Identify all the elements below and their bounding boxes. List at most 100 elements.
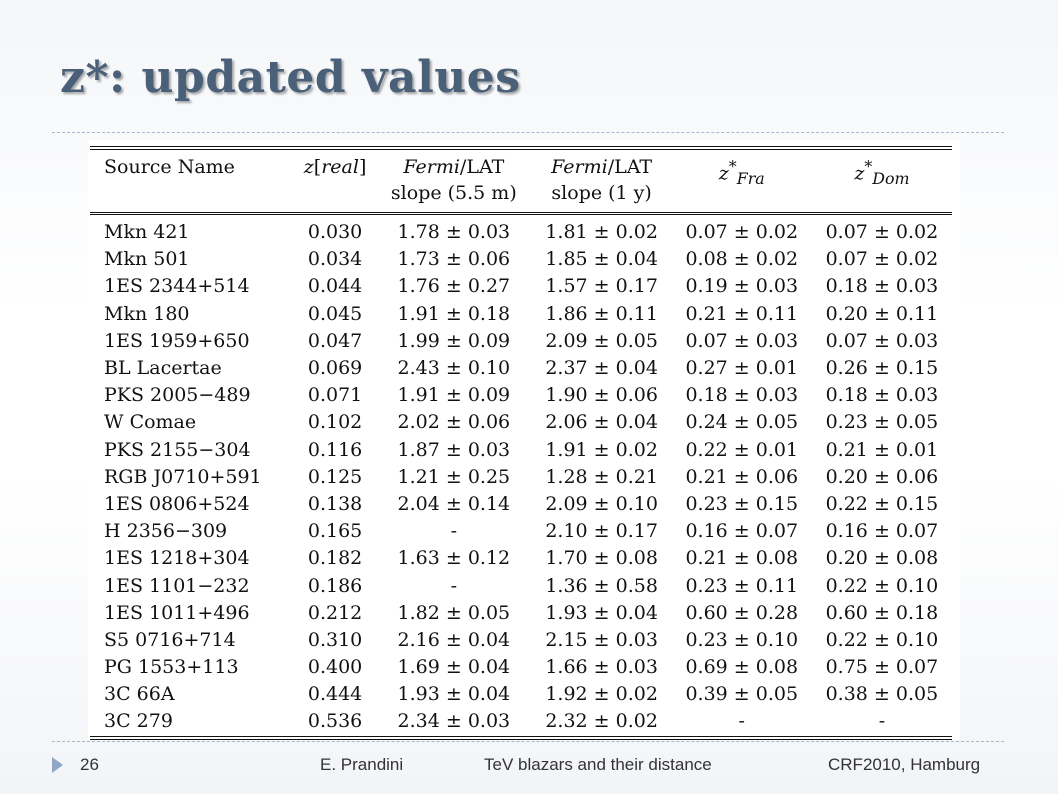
cell-source-name: 3C 279 <box>90 708 295 740</box>
page-number: 26 <box>80 755 99 774</box>
cell-source-name: H 2356−309 <box>104 520 228 543</box>
bottom-divider <box>52 741 1004 742</box>
cell-fermi-5-5m: 1.91 ± 0.09 <box>397 384 511 407</box>
redshift-table: Source Name z[real] Fermi/LAT slope (5.5 … <box>90 146 952 740</box>
table-row: S5 0716+714 0.310 2.16 ± 0.04 2.15 ± 0.03 0.… <box>90 627 952 654</box>
cell-z-fra: 0.16 ± 0.07 <box>685 520 799 543</box>
cell-z-real: 0.165 <box>307 520 363 543</box>
table-body: Mkn 421 0.030 1.78 ± 0.03 1.81 ± 0.02 0.07 ±… <box>90 214 952 740</box>
table-row: Mkn 501 0.034 1.73 ± 0.06 1.85 ± 0.04 0.08 ±… <box>90 246 952 273</box>
table-row: W Comae 0.102 2.02 ± 0.06 2.06 ± 0.04 0.24 ±… <box>90 409 952 436</box>
cell-fermi-1y: 2.32 ± 0.02 <box>531 708 672 740</box>
cell-fermi-5-5m: 1.21 ± 0.25 <box>397 465 511 488</box>
cell-fermi-1y: 1.93 ± 0.04 <box>545 601 658 624</box>
cell-z-dom: 0.07 ± 0.02 <box>825 221 939 244</box>
cell-z-real: 0.212 <box>307 601 363 624</box>
cell-z-fra: 0.23 ± 0.11 <box>685 574 799 597</box>
cell-source-name: RGB J0710+591 <box>104 465 262 488</box>
cell-z-fra: 0.21 ± 0.08 <box>685 547 799 570</box>
cell-z-dom: 0.20 ± 0.11 <box>825 302 939 325</box>
header-fermi-5-5m: Fermi/LAT slope (5.5 m) <box>376 146 532 215</box>
cell-source-name: Mkn 501 <box>104 248 190 271</box>
cell-fermi-5-5m: 1.69 ± 0.04 <box>397 656 511 679</box>
cell-z-real: 0.044 <box>307 275 363 298</box>
cell-z-dom: 0.26 ± 0.15 <box>825 357 939 380</box>
cell-fermi-1y: 1.90 ± 0.06 <box>545 384 658 407</box>
header-z-fra: z*Fra <box>671 146 812 215</box>
cell-fermi-5-5m: 1.76 ± 0.27 <box>397 275 511 298</box>
cell-z-dom: 0.23 ± 0.05 <box>825 411 939 434</box>
cell-z-real: 0.186 <box>307 574 363 597</box>
top-divider <box>52 132 1004 133</box>
cell-fermi-5-5m: 1.87 ± 0.03 <box>397 438 511 461</box>
cell-source-name: S5 0716+714 <box>104 628 236 651</box>
cell-z-real: 0.047 <box>307 329 363 352</box>
cell-source-name: 1ES 0806+524 <box>104 492 250 515</box>
table-row: PKS 2005−489 0.071 1.91 ± 0.09 1.90 ± 0.06 0… <box>90 382 952 409</box>
cell-z-fra: 0.22 ± 0.01 <box>685 438 799 461</box>
cell-z-dom: - <box>811 708 952 740</box>
cell-source-name: W Comae <box>104 411 197 434</box>
table-row: Mkn 421 0.030 1.78 ± 0.03 1.81 ± 0.02 0.07 ±… <box>90 214 952 247</box>
cell-fermi-5-5m: 1.91 ± 0.18 <box>397 302 511 325</box>
cell-fermi-5-5m: 2.34 ± 0.03 <box>376 708 532 740</box>
cell-source-name: BL Lacertae <box>104 357 222 380</box>
cell-z-fra: - <box>671 708 812 740</box>
cell-fermi-5-5m: 2.02 ± 0.06 <box>397 411 511 434</box>
cell-fermi-5-5m: - <box>450 520 458 543</box>
table-row: 3C 279 0.536 2.34 ± 0.03 2.32 ± 0.02- - <box>90 708 952 740</box>
footer-arrow-icon <box>52 757 63 773</box>
cell-fermi-5-5m: 1.99 ± 0.09 <box>397 329 511 352</box>
table-row: 1ES 1101−232 0.186 - 1.36 ± 0.58 0.23 ± 0.11… <box>90 572 952 599</box>
cell-fermi-1y: 1.81 ± 0.02 <box>545 221 658 244</box>
cell-fermi-5-5m: 1.93 ± 0.04 <box>397 683 511 706</box>
cell-fermi-1y: 1.66 ± 0.03 <box>545 656 658 679</box>
cell-z-dom: 0.60 ± 0.18 <box>825 601 939 624</box>
cell-z-real: 0.125 <box>307 465 363 488</box>
cell-z-dom: 0.75 ± 0.07 <box>825 656 939 679</box>
cell-z-real: 0.030 <box>307 221 363 244</box>
cell-z-real: 0.444 <box>307 683 363 706</box>
cell-source-name: 1ES 1101−232 <box>104 574 250 597</box>
cell-z-fra: 0.27 ± 0.01 <box>685 357 799 380</box>
cell-fermi-1y: 2.15 ± 0.03 <box>545 628 658 651</box>
cell-z-real: 0.102 <box>307 411 363 434</box>
cell-z-fra: 0.18 ± 0.03 <box>685 384 799 407</box>
cell-fermi-5-5m: 2.43 ± 0.10 <box>397 357 511 380</box>
cell-z-real: 0.310 <box>307 628 363 651</box>
cell-z-real: 0.071 <box>307 384 363 407</box>
header-z-dom: z*Dom <box>811 146 952 215</box>
cell-fermi-1y: 2.10 ± 0.17 <box>545 520 658 543</box>
cell-z-fra: 0.21 ± 0.06 <box>685 465 799 488</box>
cell-z-real: 0.400 <box>307 656 363 679</box>
table-row: Mkn 180 0.045 1.91 ± 0.18 1.86 ± 0.11 0.21 ±… <box>90 301 952 328</box>
cell-source-name: 1ES 1011+496 <box>104 601 250 624</box>
cell-fermi-5-5m: - <box>450 574 458 597</box>
footer-event: CRF2010, Hamburg <box>828 755 981 774</box>
cell-z-real: 0.069 <box>307 357 363 380</box>
cell-z-real: 0.116 <box>307 438 363 461</box>
table-row: 1ES 0806+524 0.138 2.04 ± 0.14 2.09 ± 0.10 0… <box>90 491 952 518</box>
cell-source-name: Mkn 180 <box>104 302 190 325</box>
cell-z-dom: 0.22 ± 0.10 <box>825 574 939 597</box>
cell-z-real: 0.182 <box>307 547 363 570</box>
table-row: 3C 66A 0.444 1.93 ± 0.04 1.92 ± 0.02 0.39 ± … <box>90 681 952 708</box>
cell-fermi-1y: 2.06 ± 0.04 <box>545 411 658 434</box>
cell-z-fra: 0.21 ± 0.11 <box>685 302 799 325</box>
table-row: 1ES 1218+304 0.182 1.63 ± 0.12 1.70 ± 0.08 0… <box>90 545 952 572</box>
cell-z-dom: 0.22 ± 0.15 <box>825 492 939 515</box>
cell-source-name: 1ES 2344+514 <box>104 275 250 298</box>
cell-source-name: 1ES 1218+304 <box>104 547 250 570</box>
cell-fermi-1y: 2.09 ± 0.10 <box>545 492 658 515</box>
table-row: PKS 2155−304 0.116 1.87 ± 0.03 1.91 ± 0.02 0… <box>90 437 952 464</box>
footer-talk-title: TeV blazars and their distance <box>484 755 712 774</box>
cell-fermi-1y: 1.86 ± 0.11 <box>545 302 658 325</box>
cell-z-dom: 0.38 ± 0.05 <box>825 683 939 706</box>
cell-z-fra: 0.19 ± 0.03 <box>685 275 799 298</box>
cell-z-dom: 0.18 ± 0.03 <box>825 384 939 407</box>
cell-fermi-5-5m: 2.16 ± 0.04 <box>397 628 511 651</box>
table-row: PG 1553+113 0.400 1.69 ± 0.04 1.66 ± 0.03 0.… <box>90 654 952 681</box>
cell-z-dom: 0.16 ± 0.07 <box>825 520 939 543</box>
cell-source-name: PKS 2005−489 <box>104 384 251 407</box>
cell-fermi-1y: 1.85 ± 0.04 <box>545 248 658 271</box>
